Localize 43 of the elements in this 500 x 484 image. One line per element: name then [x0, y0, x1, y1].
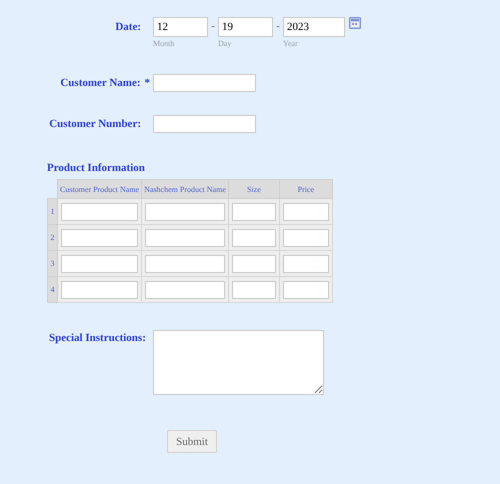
section-title: Product Information [47, 162, 146, 176]
input-field[interactable] [232, 203, 276, 221]
field-hint: Day [218, 39, 232, 48]
column-header: Price [279, 180, 332, 198]
row-number: 1 [48, 198, 58, 224]
input-field[interactable] [282, 255, 329, 273]
input-field[interactable]: 2023 [283, 17, 345, 37]
row-number: 2 [48, 224, 58, 250]
input-field[interactable] [61, 229, 138, 247]
submit-button[interactable]: Submit [167, 430, 217, 453]
field-hint: Year [283, 39, 299, 48]
input-field[interactable] [232, 255, 276, 273]
input-field[interactable] [145, 203, 225, 221]
row-number: 3 [48, 250, 58, 276]
input-field[interactable] [145, 255, 225, 273]
calendar-icon[interactable] [349, 17, 361, 29]
field-label: Date: [115, 21, 141, 33]
text-area[interactable] [153, 330, 324, 395]
input-field[interactable] [282, 281, 329, 299]
input-field[interactable] [61, 203, 138, 221]
column-header: Nashchem Product Name [142, 180, 228, 198]
input-field[interactable] [282, 203, 329, 221]
field-label: Customer Number: [49, 118, 141, 130]
input-field[interactable] [153, 74, 256, 92]
input-field[interactable] [232, 281, 276, 299]
input-field[interactable] [153, 115, 256, 133]
field-label: Special Instructions: [49, 332, 146, 344]
separator: - [210, 20, 216, 34]
separator: - [275, 20, 281, 34]
field-label: Customer Name: [60, 77, 140, 89]
column-header: Customer Product Name [58, 180, 142, 198]
input-field[interactable] [232, 229, 276, 247]
field-hint: Month [153, 39, 176, 48]
column-header: Size [228, 180, 280, 198]
input-field[interactable] [145, 281, 225, 299]
input-field[interactable] [61, 281, 138, 299]
input-field[interactable]: 12 [153, 17, 208, 37]
input-field[interactable]: 19 [218, 17, 273, 37]
input-field[interactable] [61, 255, 138, 273]
input-field[interactable] [282, 229, 329, 247]
required-mark: * [144, 77, 150, 89]
input-field[interactable] [145, 229, 225, 247]
row-number: 4 [48, 276, 58, 302]
